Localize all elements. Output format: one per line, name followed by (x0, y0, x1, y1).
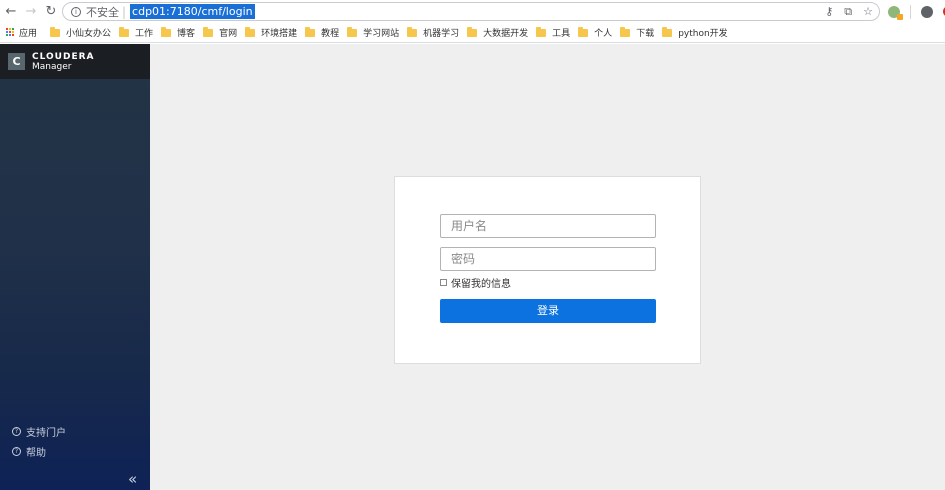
toolbar-divider (910, 4, 911, 19)
bookmark-label: 个人 (594, 29, 613, 39)
bookmark-label: 下载 (636, 29, 655, 39)
bookmark-label: python开发 (678, 29, 728, 39)
bookmark-folder[interactable]: 机器学习 (407, 26, 459, 39)
bookmark-folder[interactable]: 博客 (161, 26, 195, 39)
bookmark-label: 工作 (135, 29, 154, 39)
bookmark-label: 机器学习 (423, 29, 460, 39)
bookmark-label: 小仙女办公 (66, 29, 112, 39)
folder-icon (245, 26, 256, 37)
folder-icon (578, 26, 589, 37)
bookmark-label: 应用 (19, 29, 38, 39)
browser-toolbar: ← → ↻ i 不安全 | cdp01:7180/cmf/login ⚷ ⧉ ☆… (0, 0, 945, 23)
bookmark-label: 大数据开发 (483, 29, 529, 39)
bookmark-label: 学习网站 (363, 29, 400, 39)
star-icon[interactable]: ☆ (863, 5, 873, 18)
bookmark-label: 官网 (219, 29, 238, 39)
url-text[interactable]: cdp01:7180/cmf/login (130, 4, 255, 19)
bookmark-folder[interactable]: 工具 (536, 26, 570, 39)
security-label: 不安全 (86, 5, 119, 19)
bookmark-label: 博客 (177, 29, 196, 39)
folder-icon (50, 26, 61, 37)
bookmark-folder[interactable]: 环境搭建 (245, 26, 297, 39)
forward-arrow-icon[interactable]: → (21, 2, 41, 22)
folder-icon (119, 26, 130, 37)
password-input[interactable] (440, 247, 656, 271)
bookmark-label: 工具 (552, 29, 571, 39)
brand-name: CLOUDERA (32, 51, 95, 62)
bookmarks-bar: 应用 小仙女办公 工作 博客 官网 环境搭建 教程 学习网站 机器学习 大数据开… (0, 23, 945, 43)
apps-grid-icon (6, 28, 15, 37)
remember-me-checkbox[interactable] (440, 279, 447, 286)
profile-icon[interactable] (921, 5, 933, 18)
folder-icon (662, 26, 673, 37)
cloudera-logo-icon: C (8, 53, 25, 70)
login-card: 保留我的信息 登录 (394, 176, 701, 364)
remember-me[interactable]: 保留我的信息 (440, 275, 511, 290)
folder-icon (305, 26, 316, 37)
bookmark-apps[interactable]: 应用 (0, 26, 37, 39)
folder-icon (407, 26, 418, 37)
question-circle-icon: ? (12, 447, 21, 456)
key-icon[interactable]: ⚷ (825, 5, 833, 18)
folder-icon (467, 26, 478, 37)
bookmark-label: 教程 (321, 29, 340, 39)
folder-icon (620, 26, 631, 37)
bookmark-folder[interactable]: 工作 (119, 26, 153, 39)
bookmark-folder[interactable]: 教程 (305, 26, 339, 39)
product-name: Manager (32, 61, 72, 72)
support-portal-label: 支持门户 (26, 428, 66, 439)
folder-icon (347, 26, 358, 37)
bookmark-folder[interactable]: 个人 (578, 26, 612, 39)
info-icon[interactable]: i (71, 6, 81, 17)
address-bar[interactable]: i 不安全 | cdp01:7180/cmf/login ⚷ ⧉ ☆ (62, 2, 880, 21)
logo-text: CLOUDERA Manager (32, 52, 95, 72)
support-portal-link[interactable]: ? 支持门户 (12, 424, 66, 439)
question-circle-icon: ? (12, 427, 21, 436)
bookmark-folder[interactable]: python开发 (662, 26, 728, 39)
sidebar: C CLOUDERA Manager ? 支持门户 ? 帮助 « (0, 44, 150, 490)
username-input[interactable] (440, 214, 656, 238)
back-arrow-icon[interactable]: ← (1, 2, 21, 22)
extension-icon[interactable] (888, 5, 903, 20)
help-label: 帮助 (26, 448, 46, 459)
folder-icon (536, 26, 547, 37)
folder-icon (161, 26, 172, 37)
main-area: 保留我的信息 登录 (150, 44, 945, 490)
bookmark-label: 环境搭建 (261, 29, 298, 39)
address-separator: | (122, 4, 127, 19)
bookmark-folder[interactable]: 小仙女办公 (50, 26, 111, 39)
logo-bar[interactable]: C CLOUDERA Manager (0, 44, 150, 79)
bookmark-folder[interactable]: 大数据开发 (467, 26, 528, 39)
bookmark-folder[interactable]: 官网 (203, 26, 237, 39)
bookmark-folder[interactable]: 学习网站 (347, 26, 399, 39)
help-link[interactable]: ? 帮助 (12, 444, 46, 459)
collapse-sidebar-icon[interactable]: « (128, 470, 137, 488)
login-button[interactable]: 登录 (440, 299, 656, 323)
translate-icon[interactable]: ⧉ (844, 5, 852, 19)
remember-me-label: 保留我的信息 (451, 279, 511, 290)
toolbar-right: ✕ (888, 3, 945, 20)
reload-icon[interactable]: ↻ (41, 2, 61, 22)
folder-icon (203, 26, 214, 37)
address-bar-actions: ⚷ ⧉ ☆ (825, 3, 873, 20)
bookmark-folder[interactable]: 下载 (620, 26, 654, 39)
